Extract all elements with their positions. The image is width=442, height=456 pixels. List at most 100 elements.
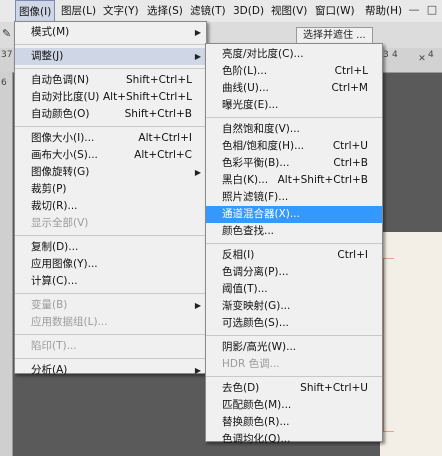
menu-item-label: 照片滤镜(F)... (222, 191, 289, 203)
menu-separator (206, 243, 382, 244)
menu-item[interactable]: 画布大小(S)... Alt+Ctrl+C (15, 147, 206, 164)
menu-separator (15, 44, 206, 45)
menu-item[interactable]: 渐变映射(G)... (206, 298, 382, 315)
menu-item-label: 色调均化(Q)... (222, 433, 291, 445)
menu-item-label: 曲线(U)... (222, 82, 269, 94)
menubar-window[interactable]: 窗口(W) (312, 0, 358, 22)
menu-item[interactable]: 自动色调(N) Shift+Ctrl+L (15, 72, 206, 89)
menu-item-label: 裁剪(P) (31, 183, 67, 195)
menu-item-shortcut: Alt+Ctrl+C (134, 149, 192, 161)
menu-item-label: 色调分离(P)... (222, 266, 289, 278)
close-icon[interactable]: ✕ (416, 53, 428, 65)
menu-item[interactable]: 替换颜色(R)... (206, 414, 382, 431)
menu-item-label: 亮度/对比度(C)... (222, 48, 304, 60)
menubar-layer[interactable]: 图层(L) (58, 0, 99, 22)
menu-item[interactable]: 计算(C)... (15, 273, 206, 290)
menu-item[interactable]: 亮度/对比度(C)... (206, 46, 382, 63)
menubar-3d[interactable]: 3D(D) (230, 0, 267, 22)
menu-item[interactable]: 色调均化(Q)... (206, 431, 382, 448)
restore-icon[interactable]: □ (426, 4, 438, 16)
menu-item-shortcut: Ctrl+I (337, 249, 368, 261)
submenu-arrow-icon: ▶ (194, 301, 201, 310)
menu-item[interactable]: 通道混合器(X)... (206, 206, 382, 223)
brush-tool-icon[interactable]: ✎ (2, 27, 12, 41)
menubar-view[interactable]: 视图(V) (268, 0, 310, 22)
menu-item-label: 曝光度(E)... (222, 99, 279, 111)
menu-item-label: 裁切(R)... (31, 200, 78, 212)
menu-item-shortcut: Ctrl+U (332, 140, 368, 152)
menu-item-label: 调整(J) (31, 50, 64, 62)
menu-item[interactable]: 可选颜色(S)... (206, 315, 382, 332)
menubar-type[interactable]: 文字(Y) (100, 0, 142, 22)
minimize-icon[interactable]: — (408, 4, 420, 16)
menu-item-label: 陷印(T)... (31, 340, 77, 352)
menu-item-label: 通道混合器(X)... (222, 208, 300, 220)
menu-item[interactable]: 复制(D)... (15, 239, 206, 256)
menu-item[interactable]: 裁切(R)... (15, 198, 206, 215)
menu-item[interactable]: 图像大小(I)... Alt+Ctrl+I (15, 130, 206, 147)
menu-item[interactable]: 色阶(L)... Ctrl+L (206, 63, 382, 80)
menu-item-label: 可选颜色(S)... (222, 317, 289, 329)
menubar-help[interactable]: 帮助(H) (362, 0, 405, 22)
menu-item[interactable]: 模式(M) ▶ (15, 24, 206, 41)
menu-item-shortcut: Shift+Ctrl+U (300, 382, 368, 394)
ruler-number: 3 (383, 50, 389, 60)
menu-bar: 图像(I) 图层(L) 文字(Y) 选择(S) 滤镜(T) 3D(D) 视图(V… (0, 0, 442, 23)
menu-item-label: 图像大小(I)... (31, 132, 95, 144)
menu-item-label: 应用数据组(L)... (31, 316, 108, 328)
menu-item-label: 自动色调(N) (31, 74, 90, 86)
menu-item-label: 替换颜色(R)... (222, 416, 290, 428)
menu-item-label: 变量(B) (31, 299, 68, 311)
menu-item-label: 匹配颜色(M)... (222, 399, 292, 411)
menu-item[interactable]: 色相/饱和度(H)... Ctrl+U (206, 138, 382, 155)
menu-item[interactable]: 黑白(K)... Alt+Shift+Ctrl+B (206, 172, 382, 189)
menu-item[interactable]: 匹配颜色(M)... (206, 397, 382, 414)
menu-item[interactable]: 分析(A) ▶ (15, 362, 206, 379)
menu-item-label: 渐变映射(G)... (222, 300, 291, 312)
menu-item[interactable]: 自动颜色(O) Shift+Ctrl+B (15, 106, 206, 123)
menu-item-shortcut: Alt+Shift+Ctrl+L (102, 91, 192, 103)
menu-item-label: 黑白(K)... (222, 174, 269, 186)
menu-item[interactable]: 裁剪(P) (15, 181, 206, 198)
menu-item[interactable]: 照片滤镜(F)... (206, 189, 382, 206)
menu-item: HDR 色调... (206, 356, 382, 373)
menu-separator (15, 235, 206, 236)
menubar-select[interactable]: 选择(S) (144, 0, 186, 22)
menu-item[interactable]: 自动对比度(U) Alt+Shift+Ctrl+L (15, 89, 206, 106)
menubar-image[interactable]: 图像(I) (15, 0, 56, 22)
menu-item[interactable]: 去色(D) Shift+Ctrl+U (206, 380, 382, 397)
menu-item-label: 色阶(L)... (222, 65, 268, 77)
menu-item-label: 色相/饱和度(H)... (222, 140, 305, 152)
menu-item-label: 阴影/高光(W)... (222, 341, 297, 353)
menu-separator (15, 334, 206, 335)
menu-item-label: 画布大小(S)... (31, 149, 98, 161)
menu-item-label: 色彩平衡(B)... (222, 157, 290, 169)
submenu-arrow-icon: ▶ (194, 52, 201, 61)
menu-separator (15, 293, 206, 294)
menu-item[interactable]: 色调分离(P)... (206, 264, 382, 281)
menu-item-label: 模式(M) (31, 26, 70, 38)
menu-item[interactable]: 色彩平衡(B)... Ctrl+B (206, 155, 382, 172)
menu-item-label: 阈值(T)... (222, 283, 268, 295)
menu-item-label: 显示全部(V) (31, 217, 89, 229)
menu-item[interactable]: 阴影/高光(W)... (206, 339, 382, 356)
menu-item[interactable]: 曝光度(E)... (206, 97, 382, 114)
menu-item[interactable]: 图像旋转(G) ▶ (15, 164, 206, 181)
menu-item[interactable]: 反相(I) Ctrl+I (206, 247, 382, 264)
menu-item-label: HDR 色调... (222, 358, 280, 370)
menu-item[interactable]: 颜色查找... (206, 223, 382, 240)
menubar-filter[interactable]: 滤镜(T) (187, 0, 229, 22)
menu-separator (15, 68, 206, 69)
menu-item[interactable]: 调整(J) ▶ (15, 48, 206, 65)
menu-item[interactable]: 曲线(U)... Ctrl+M (206, 80, 382, 97)
menu-item-label: 去色(D) (222, 382, 260, 394)
menu-item-label: 应用图像(Y)... (31, 258, 98, 270)
menu-item-shortcut: Alt+Shift+Ctrl+B (277, 174, 368, 186)
menu-item[interactable]: 阈值(T)... (206, 281, 382, 298)
menu-item[interactable]: 自然饱和度(V)... (206, 121, 382, 138)
menu-item-shortcut: Shift+Ctrl+L (126, 74, 192, 86)
vertical-ruler: 6 (0, 72, 13, 456)
menu-item[interactable]: 应用图像(Y)... (15, 256, 206, 273)
menu-item-shortcut: Ctrl+L (334, 65, 368, 77)
menu-item-label: 分析(A) (31, 364, 68, 376)
